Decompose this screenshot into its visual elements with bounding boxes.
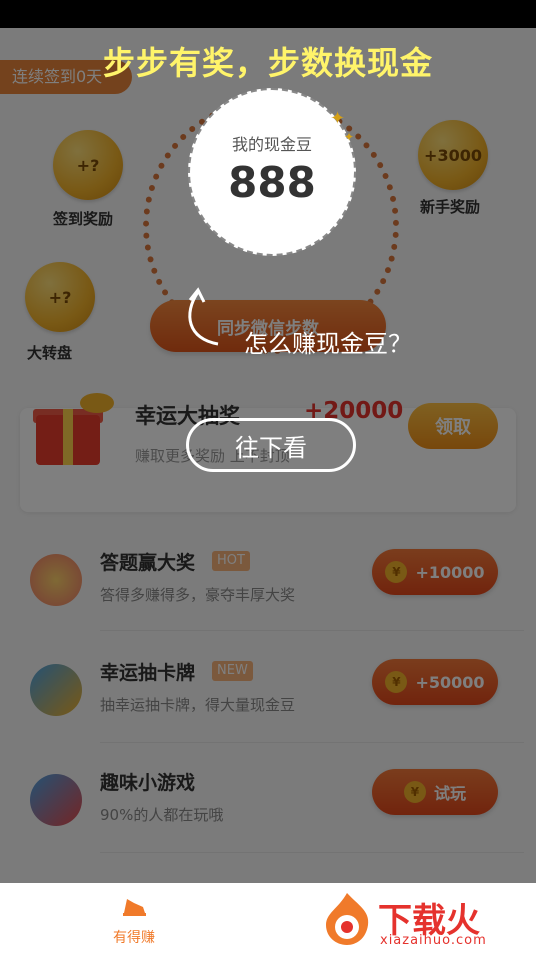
flame-logo-icon bbox=[326, 893, 369, 945]
bottom-nav: 有得赚 下载火 xiazaihuo.com bbox=[0, 883, 536, 953]
guide-headline: 步步有奖，步数换现金 bbox=[102, 44, 433, 82]
scroll-down-hint[interactable]: 往下看 bbox=[186, 418, 356, 472]
balance-value: 888 bbox=[228, 158, 316, 207]
status-bar bbox=[0, 0, 536, 28]
curved-arrow-icon bbox=[188, 287, 219, 346]
running-shoe-icon bbox=[123, 899, 146, 916]
brand-url: xiazaihuo.com bbox=[380, 933, 487, 948]
balance-title: 我的现金豆 bbox=[231, 135, 312, 154]
guide-question: 怎么赚现金豆？ bbox=[244, 330, 412, 358]
sparkle-icon: ✦ bbox=[344, 130, 355, 144]
tab-home-label: 有得赚 bbox=[113, 930, 155, 946]
sparkle-icon: ✦ bbox=[330, 108, 346, 129]
tab-home[interactable]: 有得赚 bbox=[94, 895, 174, 947]
brand-watermark: 下载火 xiazaihuo.com bbox=[318, 891, 530, 948]
